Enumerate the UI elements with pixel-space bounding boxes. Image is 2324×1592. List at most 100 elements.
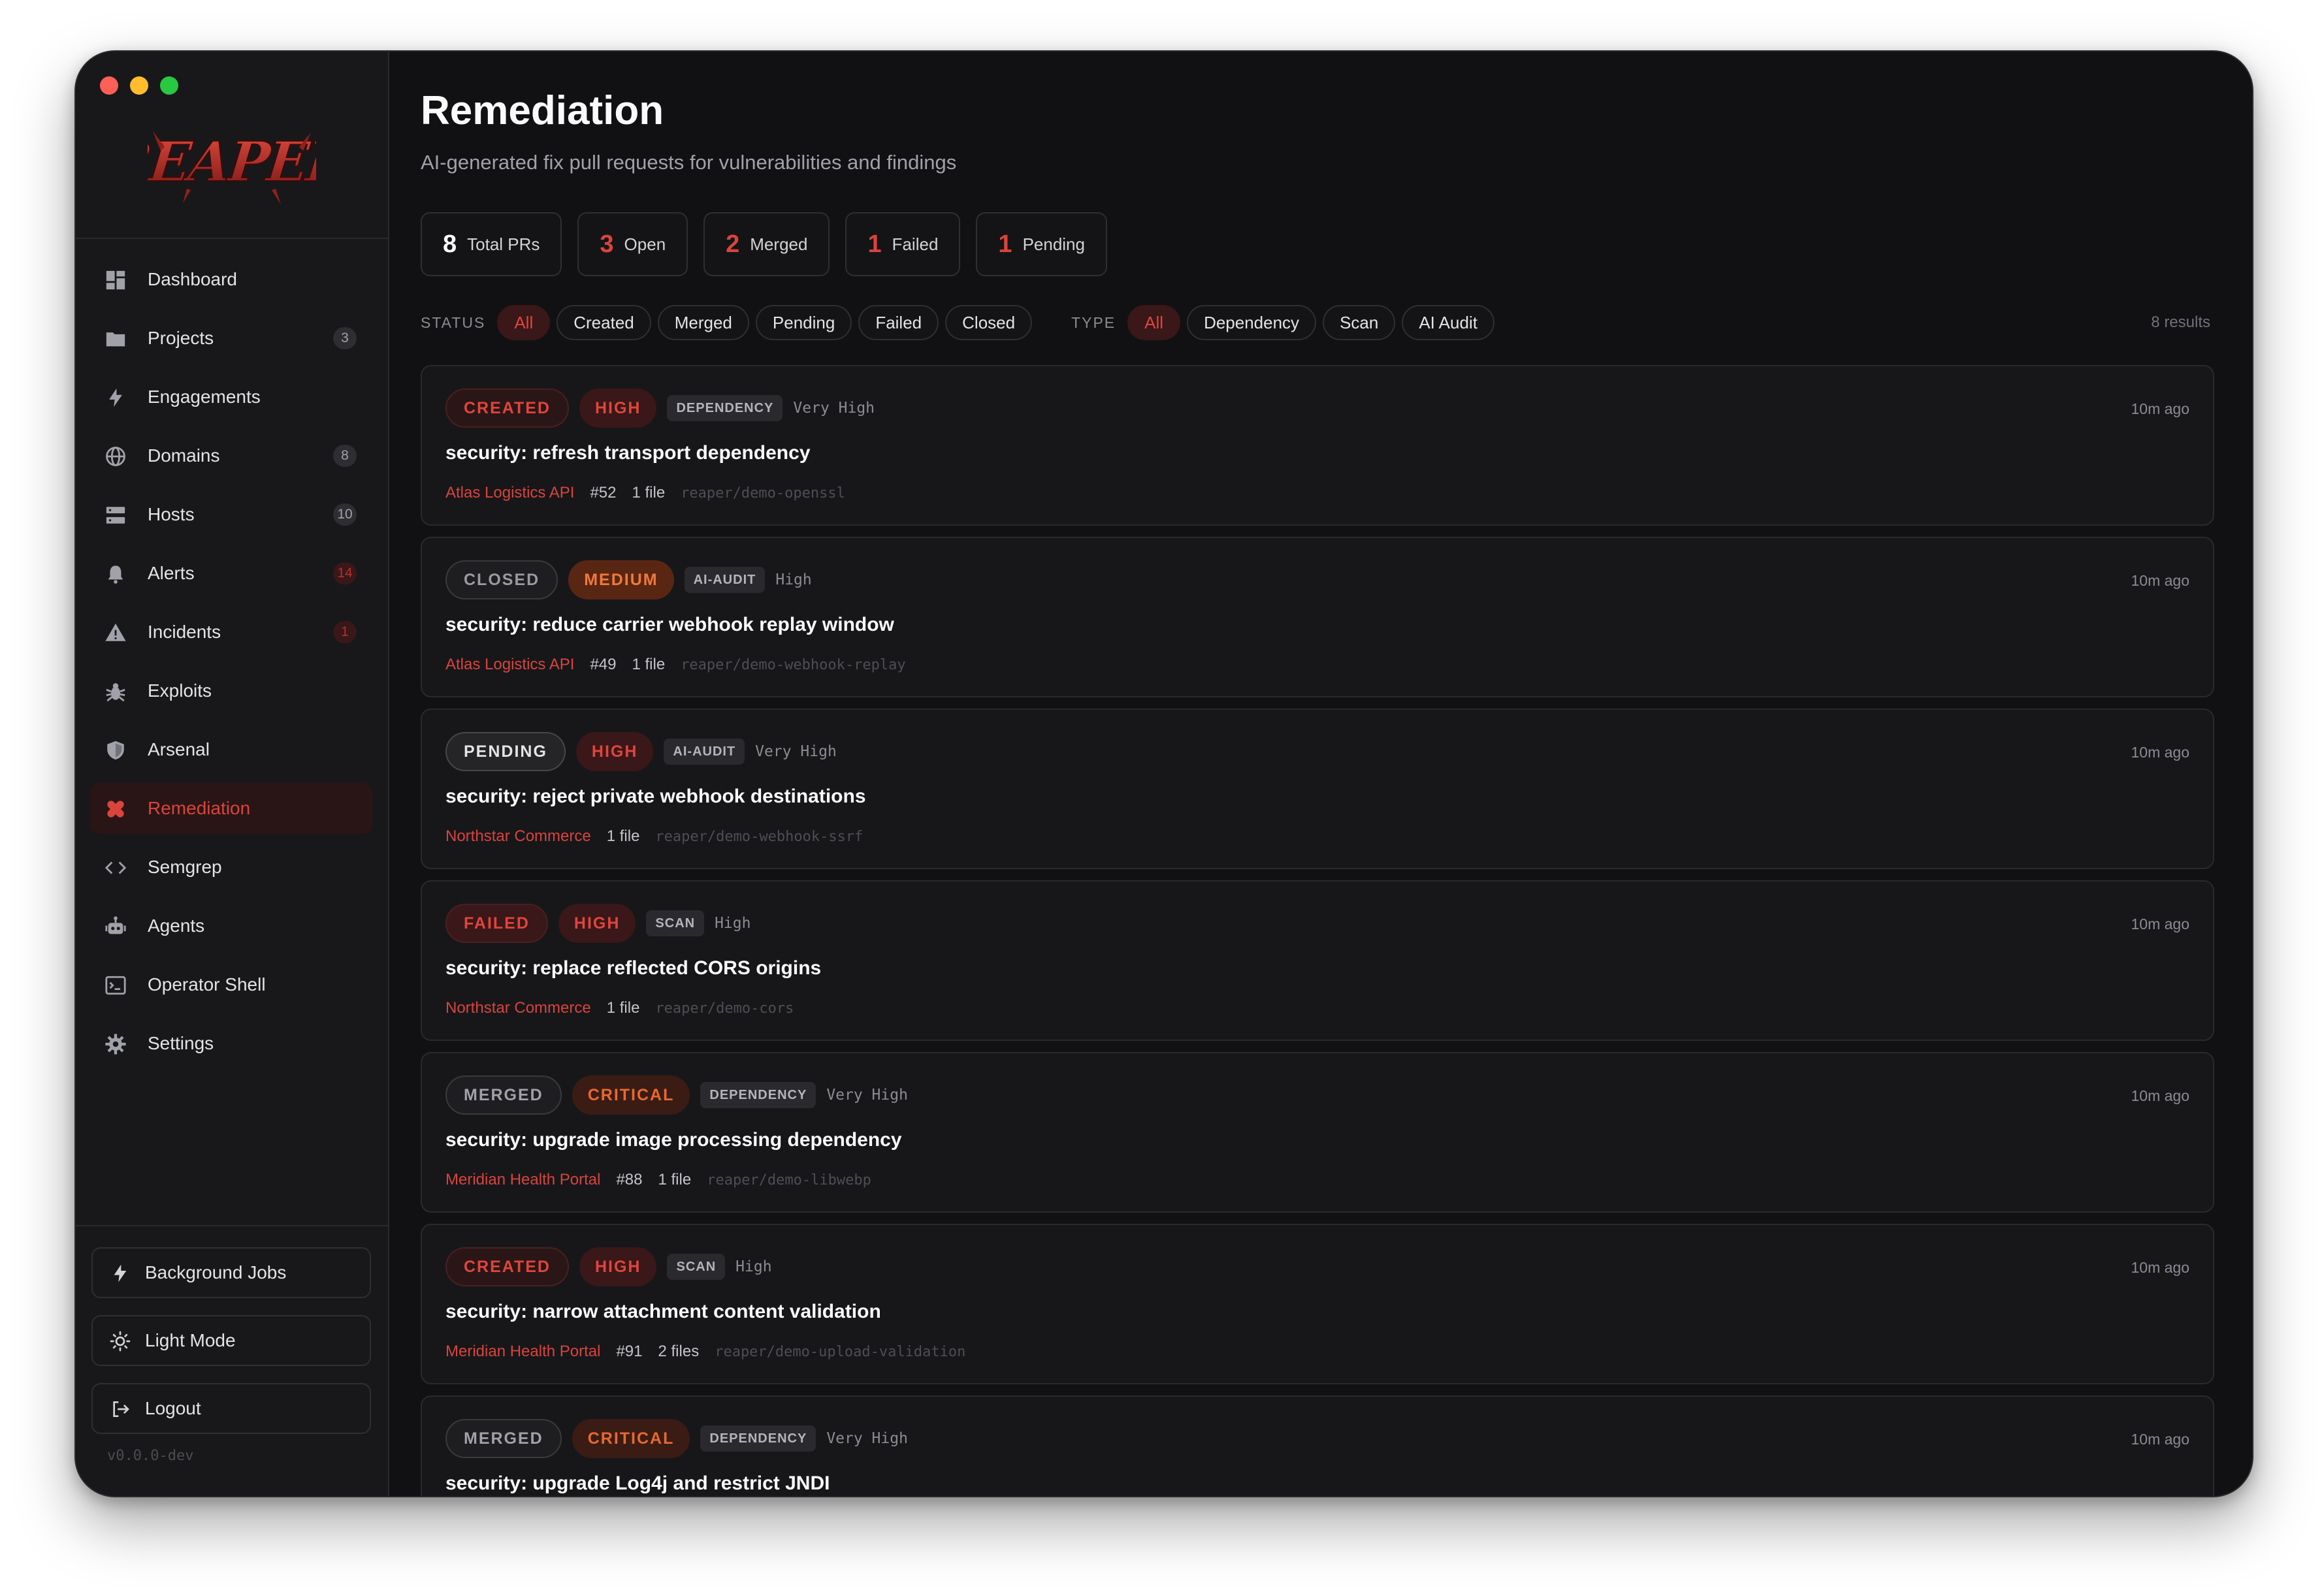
pr-card[interactable]: CREATED HIGH DEPENDENCY Very High 10m ago sec… — [421, 365, 2214, 526]
sidebar-item-incidents[interactable]: Incidents 1 — [90, 607, 372, 658]
sidebar-item-remediation[interactable]: Remediation — [90, 783, 372, 834]
sidebar-nav: Dashboard Projects 3 Engagements Domains 8 Hos… — [90, 254, 372, 1077]
sidebar-item-operator-shell[interactable]: Operator Shell — [90, 959, 372, 1010]
sidebar-item-label: Arsenal — [148, 739, 210, 759]
pr-title[interactable]: security: refresh transport dependency — [445, 442, 811, 464]
repo-branch: reaper/demo-webhook-ssrf — [655, 828, 863, 845]
minimize-window-button[interactable] — [130, 76, 148, 95]
project-link[interactable]: Meridian Health Portal — [445, 1343, 600, 1361]
count-badge: 8 — [333, 445, 357, 467]
light-mode-button[interactable]: Light Mode — [91, 1315, 371, 1366]
project-link[interactable]: Northstar Commerce — [445, 999, 591, 1017]
sidebar-item-semgrep[interactable]: Semgrep — [90, 842, 372, 893]
severity-badge: HIGH — [579, 1247, 657, 1286]
stat-label: Open — [624, 234, 666, 254]
status-badge: MERGED — [445, 1075, 562, 1115]
sidebar-item-label: Dashboard — [148, 269, 237, 289]
status-filter-merged[interactable]: Merged — [657, 305, 749, 340]
stat-open[interactable]: 3 Open — [577, 212, 688, 276]
sidebar-item-arsenal[interactable]: Arsenal — [90, 724, 372, 775]
stat-total-prs[interactable]: 8 Total PRs — [421, 212, 562, 276]
stat-failed[interactable]: 1 Failed — [845, 212, 961, 276]
repo-branch: reaper/demo-libwebp — [707, 1171, 871, 1188]
globe-icon — [106, 447, 125, 466]
type-filter-ai-audit[interactable]: AI Audit — [1402, 305, 1494, 340]
logout-button[interactable]: Logout — [91, 1383, 371, 1434]
stat-pending[interactable]: 1 Pending — [976, 212, 1107, 276]
count-badge: 1 — [333, 621, 357, 643]
window-controls — [100, 76, 178, 95]
terminal-icon — [105, 976, 126, 995]
app-version: v0.0.0-dev — [107, 1448, 194, 1464]
gear-icon — [105, 1034, 126, 1055]
pr-title[interactable]: security: narrow attachment content vali… — [445, 1301, 881, 1323]
file-count: 1 file — [632, 656, 666, 673]
sidebar-item-alerts[interactable]: Alerts 14 — [90, 548, 372, 599]
pr-timestamp: 10m ago — [2131, 1259, 2189, 1276]
sidebar-item-projects[interactable]: Projects 3 — [90, 313, 372, 364]
pr-title[interactable]: security: upgrade Log4j and restrict JND… — [445, 1473, 830, 1495]
status-badge: FAILED — [445, 904, 548, 943]
logo-text: REAPER — [148, 129, 316, 194]
pr-tags: CREATED HIGH SCAN High — [445, 1247, 772, 1286]
status-filter-all[interactable]: All — [497, 305, 551, 340]
app-window: REAPER Dashboard Projects 3 Engagements Doma… — [74, 50, 2253, 1497]
background-jobs-button[interactable]: Background Jobs — [91, 1247, 371, 1298]
pr-timestamp: 10m ago — [2131, 744, 2189, 761]
pr-card[interactable]: FAILED HIGH SCAN High 10m ago security: repla… — [421, 880, 2214, 1041]
reaper-logo[interactable]: REAPER — [148, 125, 316, 206]
shield-icon — [107, 740, 124, 760]
type-badge: DEPENDENCY — [700, 1082, 816, 1108]
pr-number[interactable]: #52 — [590, 484, 616, 502]
pr-timestamp: 10m ago — [2131, 572, 2189, 589]
sidebar-item-domains[interactable]: Domains 8 — [90, 430, 372, 481]
stats-bar: 8 Total PRs 3 Open 2 Merged 1 Failed 1 Pending — [421, 212, 1107, 276]
status-filter-closed[interactable]: Closed — [945, 305, 1033, 340]
pr-title[interactable]: security: reduce carrier webhook replay … — [445, 614, 894, 636]
pr-card[interactable]: MERGED CRITICAL DEPENDENCY Very High 10m ago… — [421, 1395, 2214, 1496]
type-filter-group: All Dependency Scan AI Audit — [1127, 305, 1501, 340]
sidebar-item-exploits[interactable]: Exploits — [90, 665, 372, 716]
sidebar-item-dashboard[interactable]: Dashboard — [90, 254, 372, 305]
status-badge: PENDING — [445, 732, 566, 771]
pr-title[interactable]: security: replace reflected CORS origins — [445, 957, 821, 979]
zoom-window-button[interactable] — [160, 76, 178, 95]
sidebar-item-hosts[interactable]: Hosts 10 — [90, 489, 372, 540]
project-link[interactable]: Atlas Logistics API — [445, 484, 574, 502]
pr-number[interactable]: #88 — [616, 1171, 642, 1189]
status-filter-pending[interactable]: Pending — [755, 305, 852, 340]
type-filter-scan[interactable]: Scan — [1323, 305, 1396, 340]
pr-card[interactable]: PENDING HIGH AI-AUDIT Very High 10m ago secur… — [421, 708, 2214, 869]
pr-card[interactable]: CREATED HIGH SCAN High 10m ago security: narr… — [421, 1224, 2214, 1384]
pr-title[interactable]: security: reject private webhook destina… — [445, 786, 866, 808]
pr-meta: Atlas Logistics API #52 1 file reaper/demo-… — [445, 484, 845, 502]
filter-bar: STATUS All Created Merged Pending Failed Clos… — [421, 303, 2210, 342]
pr-title[interactable]: security: upgrade image processing depen… — [445, 1129, 902, 1151]
stat-merged[interactable]: 2 Merged — [703, 212, 830, 276]
project-link[interactable]: Meridian Health Portal — [445, 1171, 600, 1189]
repo-branch: reaper/demo-cors — [655, 1000, 794, 1017]
sidebar-item-settings[interactable]: Settings — [90, 1018, 372, 1069]
close-window-button[interactable] — [100, 76, 118, 95]
pr-number[interactable]: #91 — [616, 1343, 642, 1361]
pr-meta: Meridian Health Portal #91 2 files reaper/d… — [445, 1343, 965, 1361]
type-filter-all[interactable]: All — [1127, 305, 1181, 340]
page-subtitle: AI-generated fix pull requests for vulne… — [421, 151, 957, 174]
status-filter-failed[interactable]: Failed — [858, 305, 939, 340]
pr-tags: PENDING HIGH AI-AUDIT Very High — [445, 732, 837, 771]
pr-meta: Atlas Logistics API #49 1 file reaper/demo-… — [445, 656, 906, 674]
status-filter-created[interactable]: Created — [557, 305, 651, 340]
project-link[interactable]: Atlas Logistics API — [445, 656, 574, 674]
file-count: 1 file — [632, 484, 666, 501]
type-badge: DEPENDENCY — [700, 1425, 816, 1452]
stat-value: 8 — [443, 230, 457, 258]
sidebar-item-agents[interactable]: Agents — [90, 900, 372, 951]
type-filter-dependency[interactable]: Dependency — [1187, 305, 1317, 340]
sidebar-item-engagements[interactable]: Engagements — [90, 372, 372, 422]
project-link[interactable]: Northstar Commerce — [445, 827, 591, 846]
pr-card[interactable]: MERGED CRITICAL DEPENDENCY Very High 10m ago… — [421, 1052, 2214, 1213]
sidebar: REAPER Dashboard Projects 3 Engagements Doma… — [76, 52, 389, 1496]
pr-card[interactable]: CLOSED MEDIUM AI-AUDIT High 10m ago security:… — [421, 537, 2214, 697]
type-filter-label: TYPE — [1071, 313, 1116, 331]
pr-number[interactable]: #49 — [590, 656, 616, 674]
